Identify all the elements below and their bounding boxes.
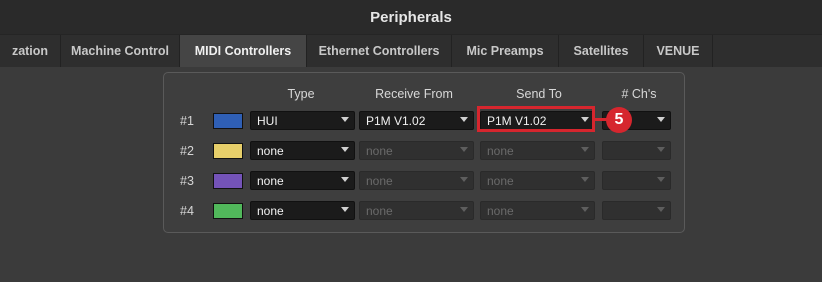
send-to-select: none bbox=[480, 201, 595, 220]
tab-synchronization[interactable]: zation bbox=[0, 35, 61, 67]
chevron-down-icon bbox=[460, 177, 468, 182]
chevron-down-icon bbox=[341, 147, 349, 152]
chevron-down-icon bbox=[341, 177, 349, 182]
chevron-down-icon bbox=[581, 147, 589, 152]
tab-satellites[interactable]: Satellites bbox=[559, 35, 644, 67]
receive-from-column-header: Receive From bbox=[375, 87, 453, 101]
receive-from-select-value: none bbox=[366, 143, 393, 158]
send-to-select-value: none bbox=[487, 173, 514, 188]
channels-select bbox=[602, 141, 671, 160]
receive-from-select[interactable]: P1M V1.02 bbox=[359, 111, 474, 130]
send-to-select: none bbox=[480, 171, 595, 190]
send-to-select-value: none bbox=[487, 203, 514, 218]
chevron-down-icon bbox=[460, 117, 468, 122]
tab-bar: zation Machine Control MIDI Controllers … bbox=[0, 34, 822, 68]
type-select[interactable]: HUI bbox=[250, 111, 355, 130]
chevron-down-icon bbox=[657, 117, 665, 122]
controller-color-swatch[interactable] bbox=[213, 113, 243, 129]
chevron-down-icon bbox=[460, 207, 468, 212]
receive-from-select-value: P1M V1.02 bbox=[366, 113, 426, 128]
receive-from-select: none bbox=[359, 171, 474, 190]
tab-midi-controllers[interactable]: MIDI Controllers bbox=[180, 35, 307, 67]
callout-step-badge: 5 bbox=[606, 107, 632, 133]
receive-from-select-value: none bbox=[366, 203, 393, 218]
chevron-down-icon bbox=[657, 177, 665, 182]
receive-from-select-value: none bbox=[366, 173, 393, 188]
tab-bar-filler bbox=[713, 35, 822, 67]
controller-color-swatch[interactable] bbox=[213, 143, 243, 159]
type-select[interactable]: none bbox=[250, 171, 355, 190]
channels-select bbox=[602, 201, 671, 220]
controller-color-swatch[interactable] bbox=[213, 203, 243, 219]
send-to-select: none bbox=[480, 141, 595, 160]
row-label: #2 bbox=[180, 144, 194, 158]
window-title: Peripherals bbox=[0, 0, 822, 34]
tab-mic-preamps[interactable]: Mic Preamps bbox=[452, 35, 559, 67]
chevron-down-icon bbox=[581, 207, 589, 212]
type-select-value: none bbox=[257, 203, 284, 218]
row-label: #4 bbox=[180, 204, 194, 218]
midi-controllers-content: Type Receive From Send To # Ch's #1 HUI … bbox=[0, 67, 822, 282]
receive-from-select: none bbox=[359, 141, 474, 160]
chevron-down-icon bbox=[341, 207, 349, 212]
tab-venue[interactable]: VENUE bbox=[644, 35, 713, 67]
controller-color-swatch[interactable] bbox=[213, 173, 243, 189]
send-to-column-header: Send To bbox=[516, 87, 562, 101]
type-select-value: none bbox=[257, 143, 284, 158]
chevron-down-icon bbox=[657, 207, 665, 212]
type-select-value: none bbox=[257, 173, 284, 188]
type-select[interactable]: none bbox=[250, 201, 355, 220]
chevron-down-icon bbox=[341, 117, 349, 122]
send-to-select-value: none bbox=[487, 143, 514, 158]
type-select-value: HUI bbox=[257, 113, 278, 128]
row-label: #1 bbox=[180, 114, 194, 128]
channels-select bbox=[602, 171, 671, 190]
type-column-header: Type bbox=[287, 87, 315, 101]
type-select[interactable]: none bbox=[250, 141, 355, 160]
send-to-highlight-box bbox=[477, 106, 595, 132]
chevron-down-icon bbox=[657, 147, 665, 152]
channels-column-header: # Ch's bbox=[621, 87, 657, 101]
chevron-down-icon bbox=[460, 147, 468, 152]
tab-machine-control[interactable]: Machine Control bbox=[61, 35, 180, 67]
row-label: #3 bbox=[180, 174, 194, 188]
tab-ethernet-controllers[interactable]: Ethernet Controllers bbox=[307, 35, 452, 67]
receive-from-select: none bbox=[359, 201, 474, 220]
chevron-down-icon bbox=[581, 177, 589, 182]
midi-controllers-panel: Type Receive From Send To # Ch's #1 HUI … bbox=[163, 72, 685, 233]
